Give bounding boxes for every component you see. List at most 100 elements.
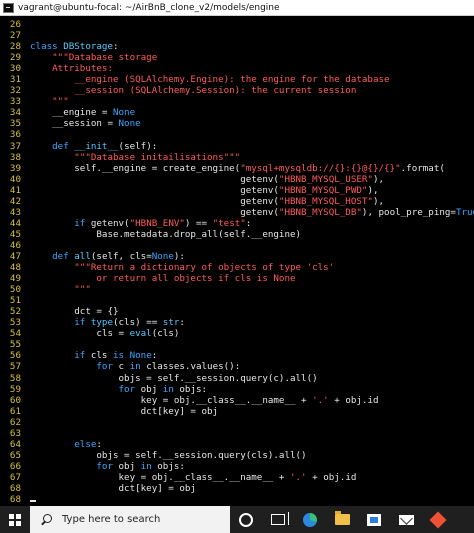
code-line: 65 objs = self.__session.query(cls).all(… xyxy=(6,450,474,461)
code-token: str xyxy=(162,317,180,329)
code-token: getenv( xyxy=(90,217,130,229)
line-number: 60 xyxy=(9,394,21,406)
code-token: eval xyxy=(129,328,152,340)
file-explorer-icon xyxy=(334,511,350,525)
code-line: 32 __session (SQLAlchemy.Session): the c… xyxy=(6,85,474,96)
line-number: 68 xyxy=(9,494,21,504)
code-token: : xyxy=(151,350,158,362)
task-view-icon xyxy=(271,512,289,525)
code-token: if xyxy=(30,217,91,229)
code-token: Base.metadata.drop_all(self.__engine) xyxy=(30,228,302,240)
file-explorer-button[interactable] xyxy=(326,506,358,533)
code-line: 27 xyxy=(6,30,474,41)
line-number: 56 xyxy=(9,350,21,362)
mail-icon xyxy=(398,514,414,525)
search-icon xyxy=(40,513,52,526)
title-bar[interactable]: vagrant@ubuntu-focal: ~/AirBnB_clone_v2/… xyxy=(0,0,474,16)
code-line: 35 __session = None xyxy=(6,118,474,129)
terminal-view[interactable]: 26 27 28 class DBStorage: 29 """Database sto… xyxy=(0,16,474,504)
code-token: '.' xyxy=(312,394,329,406)
code-token: __session (SQLAlchemy.Session): the curr… xyxy=(30,85,357,97)
code-line: 38 """Database initailisations""" xyxy=(6,152,474,163)
cortana-icon xyxy=(239,512,253,527)
line-number: 48 xyxy=(9,262,21,274)
code-line: 61 dct[key] = obj xyxy=(6,406,474,417)
code-token: key = obj.__class__.__name__ + xyxy=(30,471,290,483)
code-line: 59 for obj in objs: xyxy=(6,384,474,395)
line-number: 31 xyxy=(9,74,21,86)
line-number: 28 xyxy=(9,41,21,53)
code-token: class xyxy=(30,41,64,53)
code-token: "test" xyxy=(212,217,246,229)
search-placeholder: Type here to search xyxy=(62,514,161,525)
code-token: objs: xyxy=(157,460,185,472)
code-token: objs = self.__session.query(cls).all() xyxy=(30,449,307,461)
code-token: + obj.id xyxy=(306,471,357,483)
code-token: ), xyxy=(367,184,379,196)
code-line: 58 objs = self.__session.query(c).all() xyxy=(6,373,474,384)
start-button[interactable] xyxy=(0,506,30,533)
code-editor[interactable]: 26 27 28 class DBStorage: 29 """Database sto… xyxy=(6,19,474,504)
code-token: (self): xyxy=(118,140,158,152)
mail-button[interactable] xyxy=(390,506,422,533)
taskbar-search[interactable]: Type here to search xyxy=(30,506,230,533)
code-line: 68 dct[key] = obj xyxy=(6,483,474,494)
code-token: : xyxy=(179,317,185,329)
line-number: 45 xyxy=(9,228,21,240)
code-token: "HBNB_MYSQL_USER" xyxy=(278,173,373,185)
taskbar: Type here to search xyxy=(0,506,474,533)
code-line: 39 self.__engine = create_engine("mysql+… xyxy=(6,163,474,174)
code-token: in xyxy=(129,361,147,373)
line-number: 57 xyxy=(9,361,21,373)
task-view-button[interactable] xyxy=(262,506,294,533)
code-token: objs: xyxy=(179,383,208,395)
code-line: 62 xyxy=(6,417,474,428)
line-number: 32 xyxy=(9,85,21,97)
line-number: 42 xyxy=(9,195,21,207)
line-number: 44 xyxy=(9,217,21,229)
code-token: if xyxy=(30,317,91,329)
line-number: 58 xyxy=(9,372,21,384)
store-button[interactable] xyxy=(358,506,390,533)
line-number: 43 xyxy=(9,206,21,218)
line-number: 46 xyxy=(9,239,21,251)
code-line: 55 xyxy=(6,339,474,350)
code-line: 41 getenv("HBNB_MYSQL_PWD"), xyxy=(6,185,474,196)
line-number: 36 xyxy=(9,129,21,141)
line-number: 35 xyxy=(9,118,21,130)
code-token: in xyxy=(140,460,158,472)
line-number: 63 xyxy=(9,427,21,439)
code-token: c xyxy=(118,361,130,373)
code-token: : xyxy=(245,217,252,229)
code-token: ) == xyxy=(184,217,213,229)
code-token: cls xyxy=(90,350,113,362)
code-line: 51 xyxy=(6,295,474,306)
code-token: """ xyxy=(30,284,91,296)
code-token: getenv( xyxy=(30,206,279,218)
code-token: for xyxy=(30,383,141,395)
terminal-icon xyxy=(3,2,14,13)
git-button[interactable] xyxy=(422,506,454,533)
line-number: 67 xyxy=(9,471,21,483)
edge-button[interactable] xyxy=(294,506,326,533)
code-token: obj xyxy=(140,383,163,395)
code-token: ): xyxy=(173,250,185,262)
line-number: 59 xyxy=(9,383,21,395)
code-line: 36 xyxy=(6,129,474,140)
code-token: """Database storage xyxy=(30,52,158,64)
code-line: 46 xyxy=(6,240,474,251)
code-line: 68 xyxy=(6,494,474,504)
store-icon xyxy=(367,513,381,526)
line-number: 51 xyxy=(9,295,21,307)
code-token: dct[key] = obj xyxy=(30,405,219,417)
code-token: : xyxy=(113,41,119,53)
line-number: 54 xyxy=(9,328,21,340)
code-line: 60 key = obj.__class__.__name__ + '.' + … xyxy=(6,395,474,406)
code-token: if xyxy=(30,350,91,362)
code-token: + obj.id xyxy=(328,394,379,406)
code-line: 44 if getenv("HBNB_ENV") == "test": xyxy=(6,218,474,229)
line-number: 34 xyxy=(9,107,21,119)
cortana-button[interactable] xyxy=(230,506,262,533)
code-token: Attributes: xyxy=(30,63,113,75)
code-line: 48 """Return a dictionary of objects of … xyxy=(6,262,474,273)
